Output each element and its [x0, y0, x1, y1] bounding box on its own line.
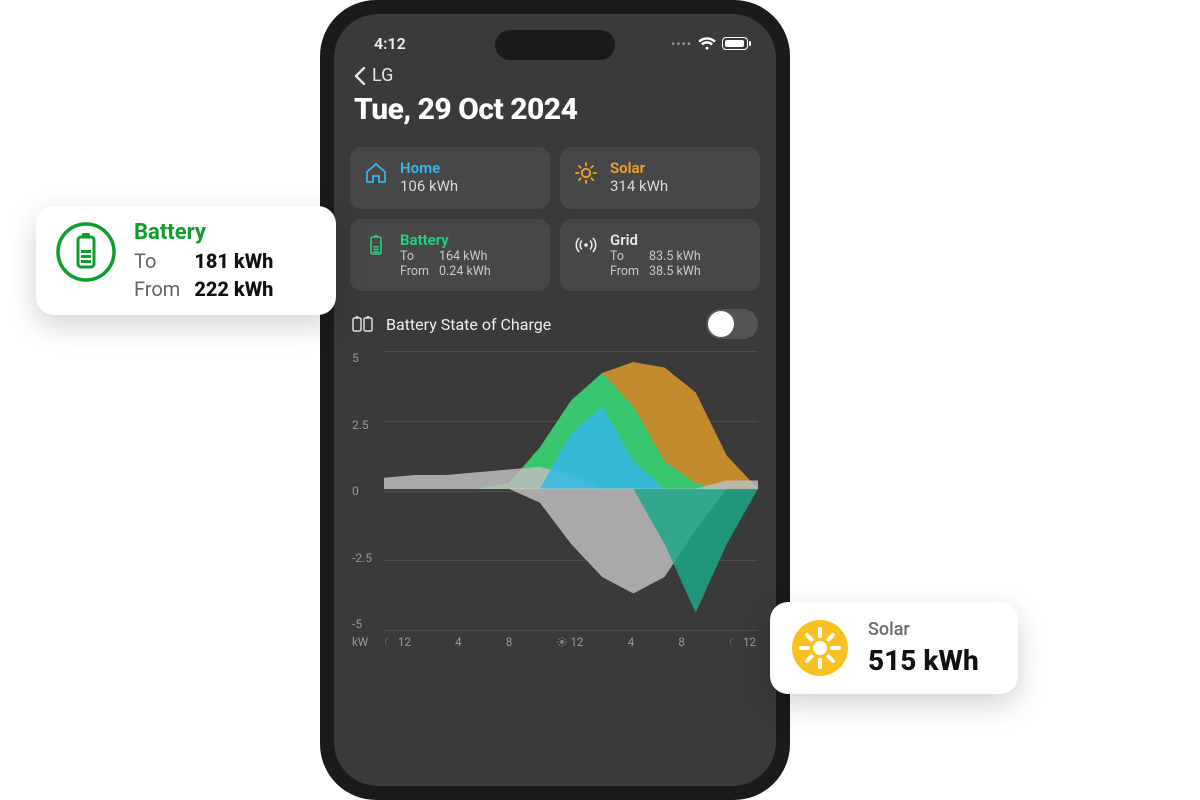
back-button[interactable]: LG — [334, 59, 776, 86]
chart-x-tick: 4 — [628, 635, 634, 649]
callout-solar: Solar 515 kWh — [770, 602, 1018, 694]
phone-screen: 4:12 •••• LG Tue, 29 Oct 2024 Home 106 k… — [334, 14, 776, 786]
wifi-icon — [698, 37, 716, 51]
chart-y-tick: -5 — [352, 617, 382, 631]
phone-frame: 4:12 •••• LG Tue, 29 Oct 2024 Home 106 k… — [320, 0, 790, 800]
chart-y-tick: -2.5 — [352, 551, 382, 565]
battery-soc-icon — [352, 315, 374, 333]
soc-toggle[interactable] — [706, 309, 758, 339]
callout-battery: Battery To 181 kWh From 222 kWh — [36, 206, 336, 315]
chart-x-tick: 4 — [455, 635, 461, 649]
card-grid[interactable]: Grid To 83.5 kWh From 38.5 kWh — [560, 219, 760, 291]
callout-solar-title: Solar — [868, 619, 979, 640]
card-grid-to-value: 83.5 kWh — [649, 249, 701, 264]
card-battery-name: Battery — [400, 231, 491, 249]
chart-y-axis: 5 2.5 0 -2.5 -5 — [352, 351, 382, 631]
chart-x-tick: 8 — [678, 635, 684, 649]
chart-x-tick: 12 — [384, 635, 411, 649]
chart-x-tick: 12 — [557, 635, 584, 649]
card-grid-from-value: 38.5 kWh — [649, 264, 701, 279]
card-solar-value: 314 kWh — [610, 177, 668, 195]
chart-y-tick: 5 — [352, 351, 382, 365]
callout-solar-value: 515 kWh — [868, 644, 979, 677]
card-battery-to-value: 164 kWh — [439, 249, 491, 264]
notch — [495, 30, 615, 60]
card-battery[interactable]: Battery To 164 kWh From 0.24 kWh — [350, 219, 550, 291]
chart-y-tick: 0 — [352, 484, 382, 498]
card-grid-name: Grid — [610, 231, 701, 249]
chart-y-unit: kW — [352, 635, 384, 649]
back-label: LG — [372, 65, 393, 86]
battery-icon — [722, 37, 748, 50]
chart-y-tick: 2.5 — [352, 418, 382, 432]
card-battery-from-value: 0.24 kWh — [439, 264, 491, 279]
card-battery-to-label: To — [400, 249, 429, 264]
cellular-dots-icon: •••• — [671, 37, 692, 51]
chart-x-tick: 8 — [506, 635, 512, 649]
chart-x-axis: kW 12 4 8 12 4 8 12 — [352, 633, 758, 651]
sun-circle-icon — [788, 616, 852, 680]
card-grid-from-label: From — [610, 264, 639, 279]
chart-plot-area — [384, 351, 758, 627]
home-icon — [364, 161, 388, 185]
card-battery-from-label: From — [400, 264, 429, 279]
card-grid-to-label: To — [610, 249, 639, 264]
grid-icon — [574, 233, 598, 257]
card-home-name: Home — [400, 159, 458, 177]
callout-battery-title: Battery — [134, 220, 273, 245]
battery-circle-icon — [54, 220, 118, 284]
chevron-left-icon — [354, 67, 366, 85]
status-time: 4:12 — [374, 34, 406, 53]
callout-battery-to-label: To — [134, 249, 180, 273]
sun-icon — [574, 161, 598, 185]
chart-x-tick: 12 — [729, 635, 756, 649]
soc-label: Battery State of Charge — [386, 315, 694, 334]
card-solar-name: Solar — [610, 159, 668, 177]
callout-battery-from-label: From — [134, 277, 180, 301]
callout-battery-to-value: 181 kWh — [194, 249, 273, 273]
energy-chart[interactable]: 5 2.5 0 -2.5 -5 kW 12 4 8 12 4 8 12 — [352, 351, 758, 651]
card-solar[interactable]: Solar 314 kWh — [560, 147, 760, 209]
page-title: Tue, 29 Oct 2024 — [334, 86, 776, 147]
callout-battery-from-value: 222 kWh — [194, 277, 273, 301]
battery-icon — [364, 233, 388, 257]
card-home[interactable]: Home 106 kWh — [350, 147, 550, 209]
card-home-value: 106 kWh — [400, 177, 458, 195]
